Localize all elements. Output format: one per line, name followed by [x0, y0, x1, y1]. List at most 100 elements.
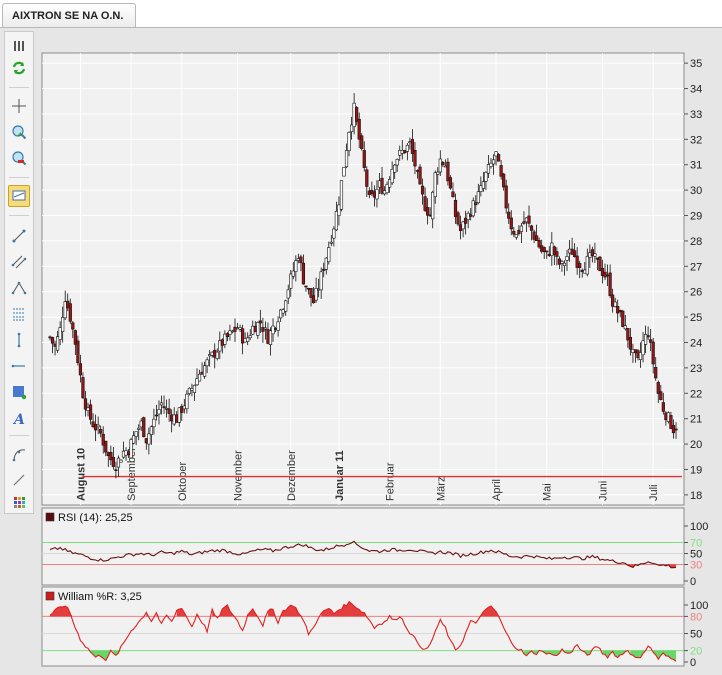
candle-body [355, 107, 359, 122]
price-tick-label: 26 [690, 287, 702, 299]
candle-body [524, 217, 529, 223]
candle-body [256, 322, 260, 336]
candle-body [162, 406, 166, 408]
price-tick-label: 31 [690, 160, 702, 172]
candle-body [238, 327, 242, 330]
candle-body [393, 164, 397, 173]
candle-body [78, 363, 83, 376]
candle-body [154, 414, 159, 417]
price-tick-label: 21 [690, 414, 702, 426]
price-tick-label: 23 [690, 363, 702, 375]
candle-body [405, 144, 409, 152]
candle-body [139, 420, 143, 428]
month-label: Dezember [286, 450, 298, 501]
candle-body [631, 349, 635, 353]
candle-body [408, 141, 412, 144]
candle-body [403, 150, 407, 153]
candle-body [152, 418, 156, 428]
candle-body [68, 303, 72, 322]
candle-body [418, 166, 422, 185]
candle-body [324, 257, 328, 270]
price-tick-label: 30 [690, 185, 702, 197]
candle-body [552, 246, 556, 255]
month-label: Januar 11 [334, 450, 346, 501]
candle-body [63, 301, 67, 319]
indicator-legend-swatch [45, 512, 55, 522]
candle-body [347, 132, 351, 151]
candle-body [233, 326, 237, 332]
candle-body [616, 306, 620, 314]
candle-body [167, 408, 171, 414]
candle-body [317, 288, 321, 291]
candle-body [134, 431, 138, 437]
candle-body [104, 440, 108, 453]
candle-body [53, 343, 57, 347]
price-tick-label: 35 [690, 58, 702, 70]
candle-body [522, 221, 526, 224]
candle-body [519, 225, 524, 232]
candle-body [649, 339, 653, 343]
candle-body [395, 158, 399, 166]
candle-body [441, 162, 445, 166]
candle-body [608, 272, 612, 296]
candle-body [149, 426, 153, 435]
candle-body [124, 450, 128, 456]
candle-body [248, 335, 252, 338]
candle-body [339, 180, 344, 210]
candle-body [388, 179, 392, 188]
candle-body [109, 452, 113, 461]
candle-body [215, 351, 219, 359]
candle-body [633, 349, 638, 354]
candle-body [101, 433, 105, 446]
indicator-pane: William %R: 3,25 020 50 80100 [41, 586, 708, 669]
candle-body [180, 406, 184, 413]
candle-body [466, 212, 470, 220]
candle-body [71, 322, 75, 330]
candle-body [357, 118, 361, 140]
candle-body [332, 228, 336, 239]
candle-body [486, 164, 491, 174]
candle-body [659, 391, 663, 400]
candle-body [349, 124, 354, 133]
candle-body [210, 351, 214, 356]
candle-body [426, 207, 430, 216]
indicator-tick-label: 100 [690, 521, 708, 533]
candle-body [671, 425, 676, 434]
candle-body [547, 253, 551, 256]
candle-body [142, 417, 146, 438]
price-tick-label: 27 [690, 261, 702, 273]
candle-body [164, 407, 169, 410]
price-tick-label: 24 [690, 337, 702, 349]
candle-body [476, 191, 480, 204]
candle-body [367, 190, 371, 195]
candle-body [557, 258, 562, 265]
indicator-tick-label: 0 [690, 657, 696, 669]
candle-body [235, 327, 240, 330]
price-tick-label: 22 [690, 388, 702, 400]
month-label: Mai [542, 483, 554, 501]
candle-body [362, 150, 366, 168]
candle-body [273, 327, 278, 330]
candle-body [147, 433, 151, 445]
candle-body [223, 333, 227, 345]
candle-body [200, 371, 204, 375]
candle-body [96, 424, 100, 428]
candle-body [514, 234, 518, 238]
candle-body [137, 427, 141, 430]
candle-body [603, 271, 607, 278]
candle-body [294, 260, 298, 272]
candle-body [623, 325, 627, 330]
candle-body [550, 242, 554, 257]
candle-body [121, 450, 126, 458]
price-pane-background [41, 52, 685, 506]
candle-body [170, 414, 174, 422]
candle-body [656, 382, 660, 394]
candle-body [643, 334, 648, 345]
candle-body [182, 405, 186, 410]
candle-body [540, 245, 544, 252]
candle-body [595, 257, 600, 260]
month-label: Juli [648, 484, 660, 501]
candle-body [279, 309, 283, 319]
candle-body [600, 268, 605, 276]
candle-body [185, 393, 189, 410]
